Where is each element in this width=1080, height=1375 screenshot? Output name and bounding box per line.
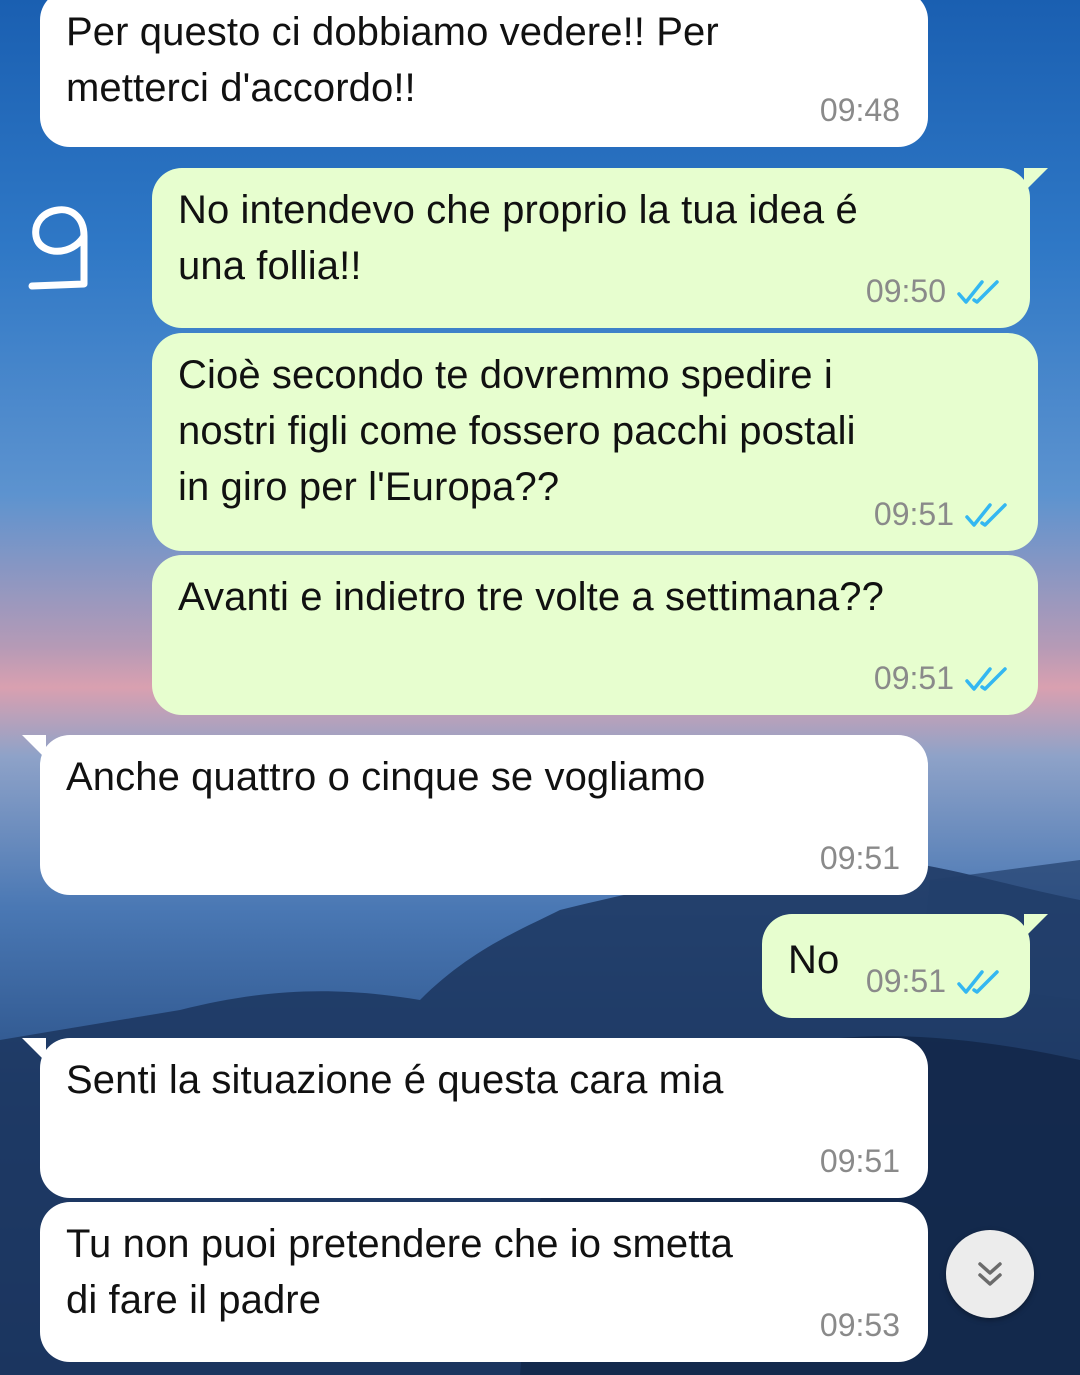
message-bubble-incoming[interactable]: Tu non puoi pretendere che io smetta di …	[40, 1202, 928, 1362]
bubble-tail	[22, 735, 46, 759]
bubble-tail	[1024, 914, 1048, 938]
bubble-tail	[22, 1038, 46, 1062]
message-timestamp: 09:51	[819, 1143, 900, 1179]
double-check-icon	[957, 279, 999, 304]
message-text: Avanti e indietro tre volte a settimana?…	[178, 575, 884, 619]
message-bubble-incoming[interactable]: Per questo ci dobbiamo vedere!! Per mett…	[40, 0, 928, 147]
message-text: Tu non puoi pretendere che io smetta di …	[66, 1222, 733, 1322]
message-timestamp: 09:51	[873, 496, 954, 532]
message-text: Cioè secondo te dovremmo spedire i nostr…	[178, 353, 856, 509]
double-check-icon	[965, 666, 1007, 691]
message-text: Senti la situazione é questa cara mia	[66, 1058, 724, 1102]
message-bubble-incoming[interactable]: Anche quattro o cinque se vogliamo 09:51	[22, 735, 928, 895]
message-bubble-outgoing[interactable]: Avanti e indietro tre volte a settimana?…	[152, 555, 1038, 715]
message-timestamp: 09:51	[865, 963, 946, 999]
scroll-to-bottom-button[interactable]	[946, 1230, 1034, 1318]
message-timestamp: 09:51	[873, 660, 954, 696]
message-timestamp: 09:53	[819, 1307, 900, 1343]
handwritten-nine-marker	[26, 198, 96, 298]
message-bubble-incoming[interactable]: Senti la situazione é questa cara mia 09…	[22, 1038, 928, 1198]
double-check-icon	[957, 969, 999, 994]
message-text: Anche quattro o cinque se vogliamo	[66, 755, 706, 799]
message-bubble-outgoing[interactable]: Cioè secondo te dovremmo spedire i nostr…	[152, 333, 1038, 551]
message-timestamp: 09:51	[819, 840, 900, 876]
message-bubble-outgoing[interactable]: No intendevo che proprio la tua idea é u…	[152, 168, 1048, 328]
message-timestamp: 09:50	[865, 273, 946, 309]
message-text: Per questo ci dobbiamo vedere!! Per mett…	[66, 10, 719, 110]
message-bubble-outgoing[interactable]: No 09:51	[762, 914, 1048, 1018]
double-chevron-down-icon	[978, 1262, 1002, 1286]
message-timestamp: 09:48	[819, 92, 900, 128]
double-check-icon	[965, 502, 1007, 527]
bubble-tail	[1024, 168, 1048, 192]
